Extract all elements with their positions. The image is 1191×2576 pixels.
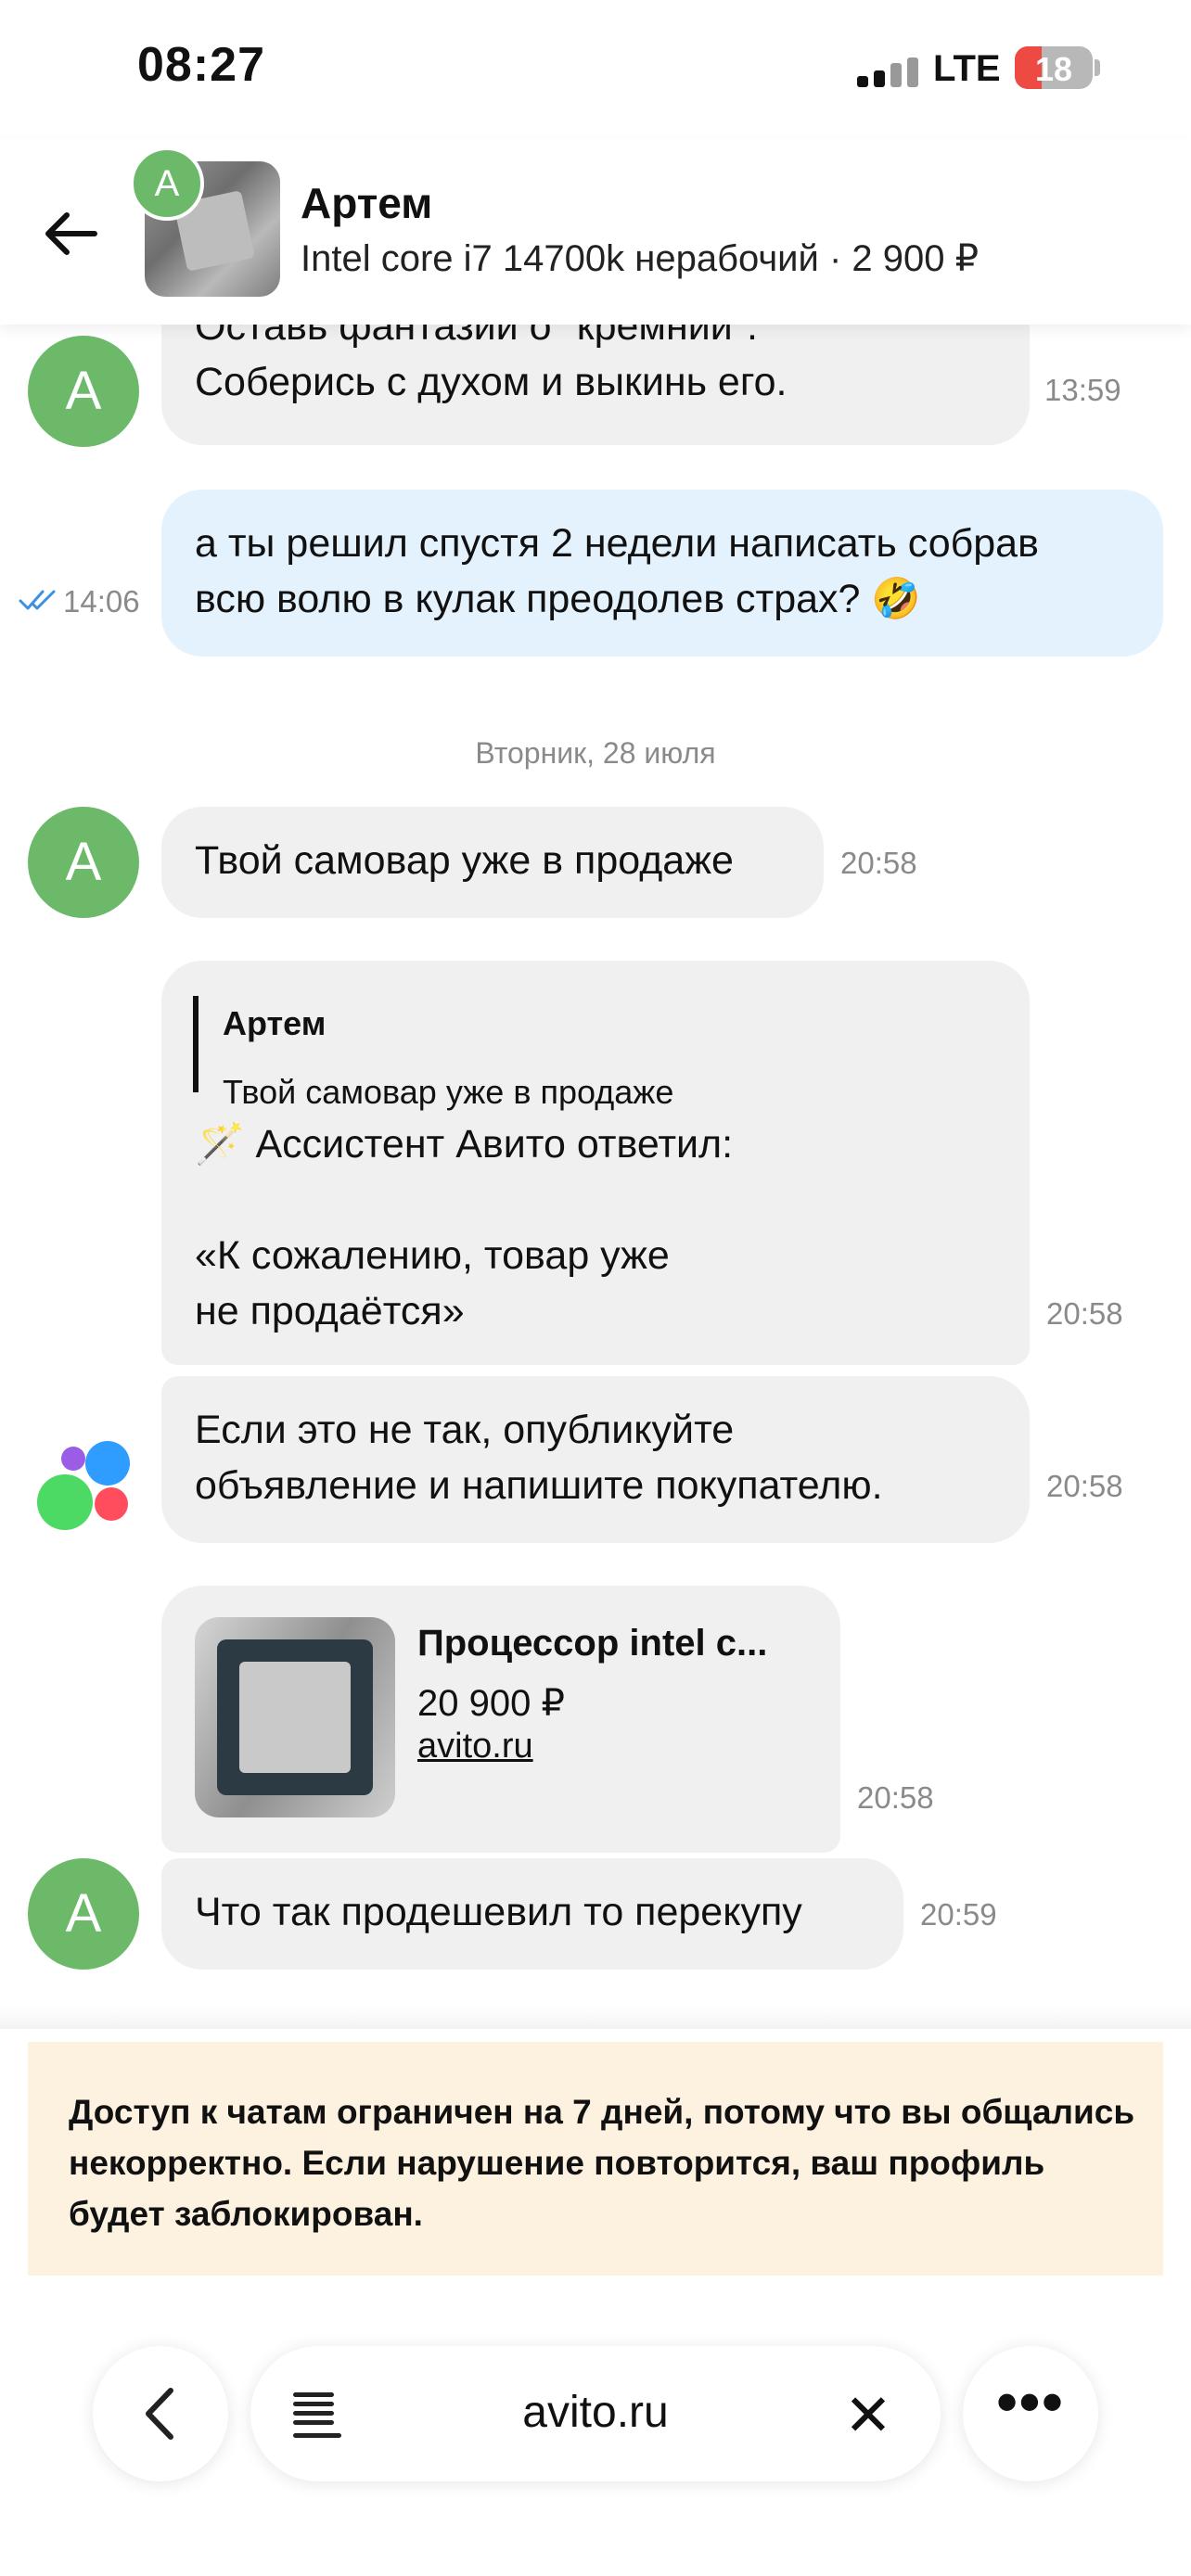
message-time: 14:06	[63, 584, 140, 618]
message-bubble[interactable]: Твой самовар уже в продаже	[161, 807, 824, 918]
assistant-label: 🪄 Ассистент Авито ответил:	[195, 1122, 734, 1167]
listing-price: 20 900 ₽	[417, 1683, 565, 1724]
quoted-message[interactable]: Артем Твой самовар уже в продаже	[193, 996, 673, 1111]
message-text: объявление и напишите покупателю.	[195, 1463, 883, 1508]
quote-text: Твой самовар уже в продаже	[223, 1073, 674, 1111]
assistant-reply-bubble[interactable]: Артем Твой самовар уже в продаже 🪄 Ассис…	[161, 961, 1030, 1365]
message-time: 20:59	[920, 1897, 997, 1932]
quote-author: Артем	[223, 1004, 327, 1042]
restriction-text: Доступ к чатам ограничен на 7 дней, пото…	[69, 2093, 1135, 2233]
avatar[interactable]: А	[130, 147, 204, 221]
message-time: 13:59	[1044, 373, 1121, 407]
message-text: Что так продешевил то перекупу	[195, 1890, 802, 1934]
read-status-icon	[19, 588, 59, 617]
signal-strength-icon	[857, 57, 922, 87]
message-text: не продаётся»	[195, 1289, 465, 1333]
avatar[interactable]: А	[28, 807, 139, 918]
network-type: LTE	[933, 48, 1001, 89]
message-time: 20:58	[1046, 1469, 1123, 1503]
more-button[interactable]: •••	[963, 2346, 1098, 2481]
battery-level: 18	[1034, 50, 1073, 88]
close-icon[interactable]: ✕	[844, 2381, 892, 2449]
date-separator: Вторник, 28 июля	[475, 736, 716, 770]
chat-header: А Артем Intel core i7 14700k нерабочий ·…	[0, 139, 1191, 325]
message-text: Соберись с духом и выкинь его.	[195, 360, 788, 404]
avatar[interactable]: А	[28, 1858, 139, 1970]
url-text[interactable]: avito.ru	[250, 2387, 941, 2438]
chevron-left-icon	[146, 2388, 173, 2440]
message-text: Если это не так, опубликуйте	[195, 1408, 735, 1452]
message-bubble[interactable]: Если это не так, опубликуйте объявление …	[161, 1376, 1030, 1543]
address-bar[interactable]: avito.ru ✕	[250, 2346, 941, 2481]
browser-back-button[interactable]	[93, 2346, 228, 2481]
message-time: 20:58	[840, 846, 917, 880]
restriction-banner: Доступ к чатам ограничен на 7 дней, пото…	[28, 2042, 1163, 2276]
listing-image[interactable]	[195, 1617, 395, 1817]
listing-title[interactable]: Процессор intel c...	[417, 1623, 767, 1664]
listing-link[interactable]: avito.ru	[417, 1727, 533, 1766]
contact-name[interactable]: Артем	[301, 178, 432, 228]
message-text: а ты решил спустя 2 недели написать собр…	[195, 521, 1039, 566]
listing-subtitle[interactable]: Intel core i7 14700k нерабочий · 2 900 ₽	[301, 237, 979, 280]
message-bubble[interactable]: Что так продешевил то перекупу	[161, 1858, 903, 1970]
message-text: «К сожалению, товар уже	[195, 1233, 670, 1278]
avito-logo-icon	[37, 1441, 139, 1534]
battery-tip	[1095, 59, 1100, 76]
message-time: 20:58	[857, 1780, 934, 1815]
message-time: 20:58	[1046, 1296, 1123, 1331]
battery-icon: 18	[1015, 46, 1093, 89]
arrow-left-icon	[45, 212, 97, 255]
avatar[interactable]: А	[28, 336, 139, 447]
back-button[interactable]	[41, 204, 100, 263]
more-icon: •••	[996, 2368, 1065, 2435]
divider	[0, 2007, 1191, 2029]
message-text: Твой самовар уже в продаже	[195, 838, 734, 883]
status-time: 08:27	[137, 38, 265, 92]
message-bubble[interactable]: а ты решил спустя 2 недели написать собр…	[161, 490, 1163, 657]
message-text: всю волю в кулак преодолев страх? 🤣	[195, 577, 921, 621]
